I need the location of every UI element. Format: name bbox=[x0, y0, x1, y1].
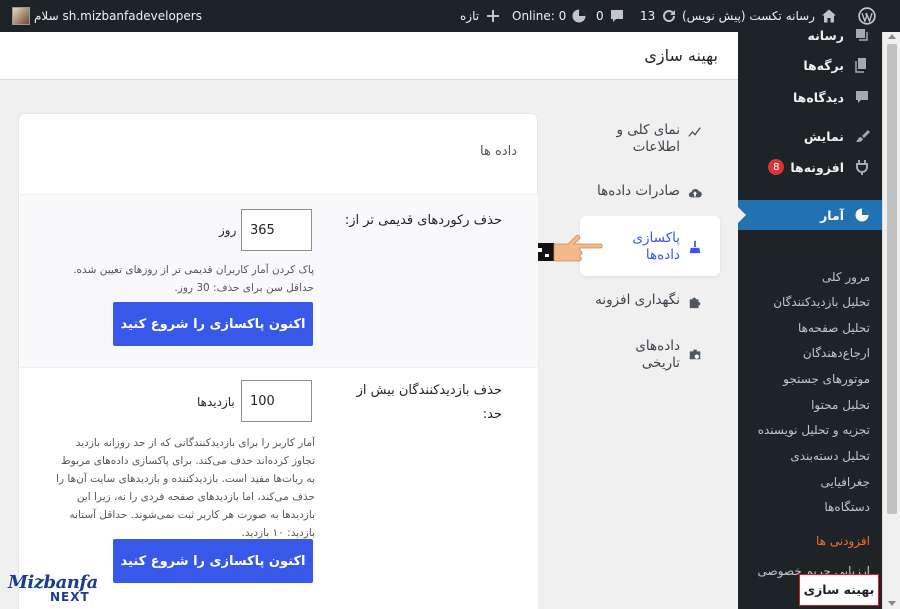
submenu-item[interactable]: مرور کلی bbox=[738, 266, 882, 288]
sidebar-item-label: نمایش bbox=[803, 128, 844, 144]
visits-unit-label: بازدیدها bbox=[197, 395, 235, 409]
scrollbar-thumb[interactable] bbox=[887, 44, 897, 514]
submenu-item[interactable]: جغرافیایی bbox=[738, 471, 882, 493]
sidebar-item-label: آمار bbox=[820, 207, 844, 223]
submenu-item[interactable]: تجزیه و تحلیل نویسنده bbox=[738, 419, 882, 441]
old-records-days-input[interactable] bbox=[241, 209, 312, 251]
comments-icon bbox=[856, 91, 868, 103]
purge-card: داده ها حذف رکوردهای قدیمی تر از: روز پا… bbox=[18, 113, 538, 609]
tab-maintenance[interactable]: نگهداری افزونه bbox=[595, 292, 702, 309]
tab-label: پاکسازی داده‌ها bbox=[632, 230, 680, 263]
page-header: بهینه سازی bbox=[0, 32, 738, 80]
page-title: بهینه سازی bbox=[644, 46, 718, 65]
stats-icon bbox=[855, 208, 869, 222]
tab-historical[interactable]: داده‌های تاریخی bbox=[612, 338, 702, 372]
old-records-label: حذف رکوردهای قدیمی تر از: bbox=[344, 213, 502, 228]
avatar bbox=[12, 7, 30, 25]
comments-link[interactable]: 0 bbox=[596, 0, 625, 32]
plus-icon bbox=[487, 10, 500, 22]
plugins-icon bbox=[856, 160, 868, 175]
greeting: سلام sh.mizbanfadevelopers bbox=[34, 9, 202, 23]
online-counter[interactable]: Online: 0 bbox=[512, 0, 587, 32]
submenu-item[interactable]: دستگاه‌ها bbox=[738, 496, 882, 518]
scroll-up-arrow[interactable] bbox=[888, 34, 896, 39]
old-records-help: پاک کردن آمار کاربران قدیمی تر از روزهای… bbox=[73, 264, 314, 294]
sidebar-item-pages[interactable]: برگه‌ها bbox=[738, 50, 882, 80]
sidebar-item-stats[interactable]: آمار bbox=[738, 200, 882, 230]
tab-label: صادرات داده‌ها bbox=[597, 183, 680, 199]
tab-overview[interactable]: نمای کلی و اطلاعات bbox=[582, 122, 702, 156]
logo-line2: NEXT bbox=[50, 590, 90, 604]
updates-count: 13 bbox=[640, 9, 656, 23]
pointing-hand-icon bbox=[534, 234, 603, 262]
media-icon bbox=[856, 29, 868, 41]
sidebar-item-plugins[interactable]: افزونه‌ها 8 bbox=[738, 152, 882, 182]
purge-old-records-button[interactable]: اکنون پاکسازی را شروع کنید bbox=[113, 302, 313, 346]
sidebar-item-comments[interactable]: دیدگاه‌ها bbox=[738, 82, 882, 112]
watermark-logo: Mizbanfa NEXT bbox=[8, 572, 98, 604]
tab-label: نگهداری افزونه bbox=[595, 292, 680, 308]
submenu-item[interactable]: تحلیل دسته‌بندی bbox=[738, 445, 882, 467]
comment-icon bbox=[610, 10, 623, 22]
active-menu-arrow bbox=[738, 207, 746, 223]
sidebar-item-appearance[interactable]: نمایش bbox=[738, 121, 882, 151]
tab-export[interactable]: صادرات داده‌ها bbox=[597, 183, 702, 200]
comments-count: 0 bbox=[596, 9, 604, 23]
submenu-item[interactable]: ارجاع‌دهندگان bbox=[738, 342, 882, 364]
tab-label: نمای کلی و اطلاعات bbox=[616, 122, 681, 155]
submenu-item[interactable]: موتورهای جستجو bbox=[738, 368, 882, 390]
excess-visitors-help: آمار کاربر را برای بازدیدکنندگانی که از … bbox=[56, 437, 315, 539]
scrollbar[interactable] bbox=[882, 32, 900, 609]
tab-label: داده‌های تاریخی bbox=[635, 338, 680, 371]
plugins-update-badge: 8 bbox=[768, 159, 785, 175]
history-icon bbox=[689, 349, 701, 360]
appearance-icon bbox=[856, 130, 870, 142]
submenu-item[interactable]: تحلیل بازدیدکنندگان bbox=[738, 291, 882, 313]
card-heading: داده ها bbox=[480, 144, 517, 159]
sidebar-item-label: دیدگاه‌ها bbox=[792, 89, 844, 105]
submenu-item-addons[interactable]: افزودنی ها bbox=[738, 530, 882, 552]
submenu-item-optimization[interactable]: بهینه سازی bbox=[799, 574, 879, 606]
scroll-down-arrow[interactable] bbox=[888, 601, 896, 606]
online-label: Online: 0 bbox=[512, 9, 567, 23]
purge-excess-visitors-button[interactable]: اکنون پاکسازی را شروع کنید bbox=[113, 539, 313, 583]
cloud-upload-icon bbox=[688, 188, 702, 198]
sidebar-item-label: برگه‌ها bbox=[803, 57, 844, 73]
sidebar-item-label: افزونه‌ها bbox=[790, 159, 844, 175]
submenu-item[interactable]: تحلیل صفحه‌ها bbox=[738, 317, 882, 339]
days-unit-label: روز bbox=[219, 223, 237, 237]
excess-visitors-label: حذف بازدیدکنندگان بیش از حد: bbox=[356, 383, 502, 422]
puzzle-icon bbox=[689, 297, 701, 309]
admin-sidebar: رسانه برگه‌ها دیدگاه‌ها نمایش افزونه‌ها … bbox=[738, 28, 882, 609]
broom-icon bbox=[689, 240, 701, 254]
chart-icon bbox=[688, 127, 701, 137]
visitor-threshold-input[interactable] bbox=[241, 380, 312, 422]
pages-icon bbox=[855, 58, 866, 73]
new-label: تازه bbox=[460, 9, 480, 23]
pie-icon bbox=[572, 9, 586, 23]
new-content-menu[interactable]: تازه bbox=[460, 0, 501, 32]
submenu-item[interactable]: تحلیل محتوا bbox=[738, 394, 882, 416]
update-icon bbox=[663, 10, 676, 22]
sidebar-item-media[interactable]: رسانه bbox=[738, 20, 882, 50]
submenu-item-label: بهینه سازی bbox=[803, 582, 875, 597]
updates-link[interactable]: 13 bbox=[640, 0, 677, 32]
sidebar-item-label: رسانه bbox=[807, 27, 844, 43]
account-menu[interactable]: سلام sh.mizbanfadevelopers bbox=[8, 0, 202, 32]
